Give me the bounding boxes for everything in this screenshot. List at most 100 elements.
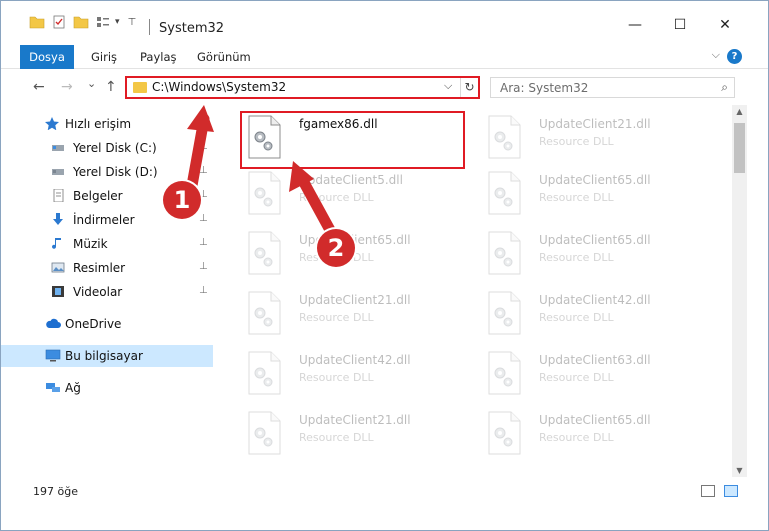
- recent-locations-button[interactable]: ⌄: [87, 77, 96, 90]
- status-bar: 197 öğe: [1, 479, 768, 505]
- file-name: UpdateClient21.dll: [299, 413, 411, 427]
- explorer-window: ▾ ⊤ System32 — ☐ ✕ Dosya Giriş Paylaş Gö…: [0, 0, 769, 531]
- sidebar-label: Ağ: [65, 381, 81, 395]
- step-badge-1: 1: [163, 181, 201, 219]
- file-item[interactable]: UpdateClient63.dll Resource DLL: [475, 347, 695, 403]
- large-icons-view-icon[interactable]: [724, 485, 738, 497]
- sidebar-item-this-pc[interactable]: Bu bilgisayar: [1, 345, 213, 367]
- address-path[interactable]: C:\Windows\System32: [152, 80, 286, 94]
- details-view-icon[interactable]: [701, 485, 715, 497]
- file-item[interactable]: UpdateClient21.dll Resource DLL: [235, 287, 455, 343]
- refresh-icon[interactable]: ↻: [460, 78, 478, 97]
- music-icon: [52, 238, 61, 249]
- scroll-thumb[interactable]: [734, 123, 745, 173]
- pin-icon[interactable]: ⊥: [199, 213, 208, 224]
- sidebar-label: Belgeler: [73, 189, 123, 203]
- sidebar-label: Müzik: [73, 237, 108, 251]
- back-button[interactable]: ←: [33, 79, 45, 95]
- drive-icon: [52, 169, 64, 175]
- address-bar[interactable]: C:\Windows\System32 ⌵ ↻: [125, 76, 480, 99]
- item-count: 197 öğe: [33, 485, 78, 498]
- minimize-button[interactable]: —: [621, 15, 649, 35]
- tab-share[interactable]: Paylaş: [130, 45, 187, 69]
- file-name: UpdateClient42.dll: [539, 293, 651, 307]
- forward-button[interactable]: →: [61, 79, 73, 95]
- file-name: UpdateClient65.dll: [539, 173, 651, 187]
- sidebar-item-music[interactable]: Müzik ⊥: [1, 233, 213, 255]
- search-input[interactable]: Ara: System32 ⌕: [490, 77, 735, 98]
- file-highlight: [240, 111, 465, 169]
- sidebar-item-local-disk-d[interactable]: Yerel Disk (D:) ⊥: [1, 161, 213, 183]
- sidebar-item-onedrive[interactable]: OneDrive: [1, 313, 213, 335]
- customize-qa-icon[interactable]: ⊤: [128, 17, 137, 28]
- vertical-scrollbar[interactable]: ▲ ▼: [732, 105, 747, 477]
- pictures-icon: [51, 262, 65, 273]
- sidebar-item-videos[interactable]: Videolar ⊥: [1, 281, 213, 303]
- navigation-pane: Hızlı erişim Yerel Disk (C:) ⊥ Yerel Dis…: [1, 105, 214, 477]
- folder-icon: [133, 82, 147, 93]
- pin-icon[interactable]: ⊥: [199, 165, 208, 176]
- scroll-down-icon[interactable]: ▼: [732, 466, 747, 475]
- dll-file-icon: [248, 351, 281, 395]
- step-badge-2: 2: [317, 229, 355, 267]
- pin-icon[interactable]: ⊥: [199, 261, 208, 272]
- properties-icon[interactable]: [51, 15, 67, 29]
- scroll-up-icon[interactable]: ▲: [732, 107, 747, 116]
- sidebar-item-quick-access[interactable]: Hızlı erişim: [1, 113, 213, 135]
- view-options-icon[interactable]: [95, 15, 111, 29]
- ribbon-expand-icon[interactable]: ⌵: [712, 48, 720, 62]
- sidebar-label: OneDrive: [65, 317, 122, 331]
- maximize-button[interactable]: ☐: [666, 15, 694, 35]
- file-item[interactable]: UpdateClient21.dll Resource DLL: [475, 111, 695, 167]
- document-icon: [53, 189, 64, 202]
- star-icon: [45, 117, 59, 130]
- dll-file-icon: [488, 411, 521, 455]
- file-item[interactable]: UpdateClient65.dll Resource DLL: [475, 407, 695, 463]
- dll-file-icon: [488, 171, 521, 215]
- sidebar-label: Resimler: [73, 261, 126, 275]
- sidebar-item-local-disk-c[interactable]: Yerel Disk (C:) ⊥: [1, 137, 213, 159]
- file-item[interactable]: UpdateClient65.dll Resource DLL: [475, 227, 695, 283]
- file-name: UpdateClient65.dll: [539, 413, 651, 427]
- dll-file-icon: [488, 351, 521, 395]
- title-separator: [149, 19, 150, 35]
- ribbon-tabs: Dosya Giriş Paylaş Görünüm ⌵ ?: [1, 45, 768, 69]
- search-icon[interactable]: ⌕: [721, 80, 728, 95]
- pin-icon[interactable]: ⊥: [199, 285, 208, 296]
- file-name: UpdateClient5.dll: [299, 173, 403, 187]
- sidebar-label: İndirmeler: [73, 213, 135, 227]
- dll-file-icon: [488, 291, 521, 335]
- tab-home[interactable]: Giriş: [81, 45, 127, 69]
- file-item[interactable]: UpdateClient5.dll Resource DLL: [235, 167, 455, 223]
- file-name: UpdateClient63.dll: [539, 353, 651, 367]
- tab-view[interactable]: Görünüm: [187, 45, 261, 69]
- sidebar-label: Hızlı erişim: [65, 117, 132, 131]
- sidebar-item-pictures[interactable]: Resimler ⊥: [1, 257, 213, 279]
- sidebar-label: Yerel Disk (D:): [73, 165, 158, 179]
- address-dropdown-icon[interactable]: ⌵: [444, 79, 452, 93]
- computer-icon: [45, 349, 61, 362]
- sidebar-item-network[interactable]: Ağ: [1, 377, 213, 399]
- download-icon: [53, 213, 63, 225]
- file-type: Resource DLL: [299, 311, 374, 324]
- file-item[interactable]: UpdateClient65.dll Resource DLL: [475, 167, 695, 223]
- window-title: System32: [159, 21, 225, 36]
- drive-icon: [52, 145, 64, 151]
- up-button[interactable]: ↑: [105, 79, 117, 95]
- file-item[interactable]: UpdateClient21.dll Resource DLL: [235, 407, 455, 463]
- file-type: Resource DLL: [539, 371, 614, 384]
- file-item[interactable]: UpdateClient42.dll Resource DLL: [475, 287, 695, 343]
- qa-dropdown-icon[interactable]: ▾: [115, 17, 120, 27]
- file-name: UpdateClient21.dll: [299, 293, 411, 307]
- new-folder-icon[interactable]: [73, 15, 89, 29]
- file-item[interactable]: UpdateClient42.dll Resource DLL: [235, 347, 455, 403]
- pin-icon[interactable]: ⊥: [199, 237, 208, 248]
- network-icon: [46, 383, 60, 392]
- quick-access-toolbar: ▾ ⊤: [29, 13, 136, 31]
- tab-file[interactable]: Dosya: [20, 45, 74, 69]
- help-icon[interactable]: ?: [727, 49, 742, 64]
- search-placeholder: Ara: System32: [500, 81, 589, 95]
- pin-icon[interactable]: ⊥: [199, 141, 208, 152]
- close-button[interactable]: ✕: [711, 15, 739, 35]
- file-name: UpdateClient65.dll: [539, 233, 651, 247]
